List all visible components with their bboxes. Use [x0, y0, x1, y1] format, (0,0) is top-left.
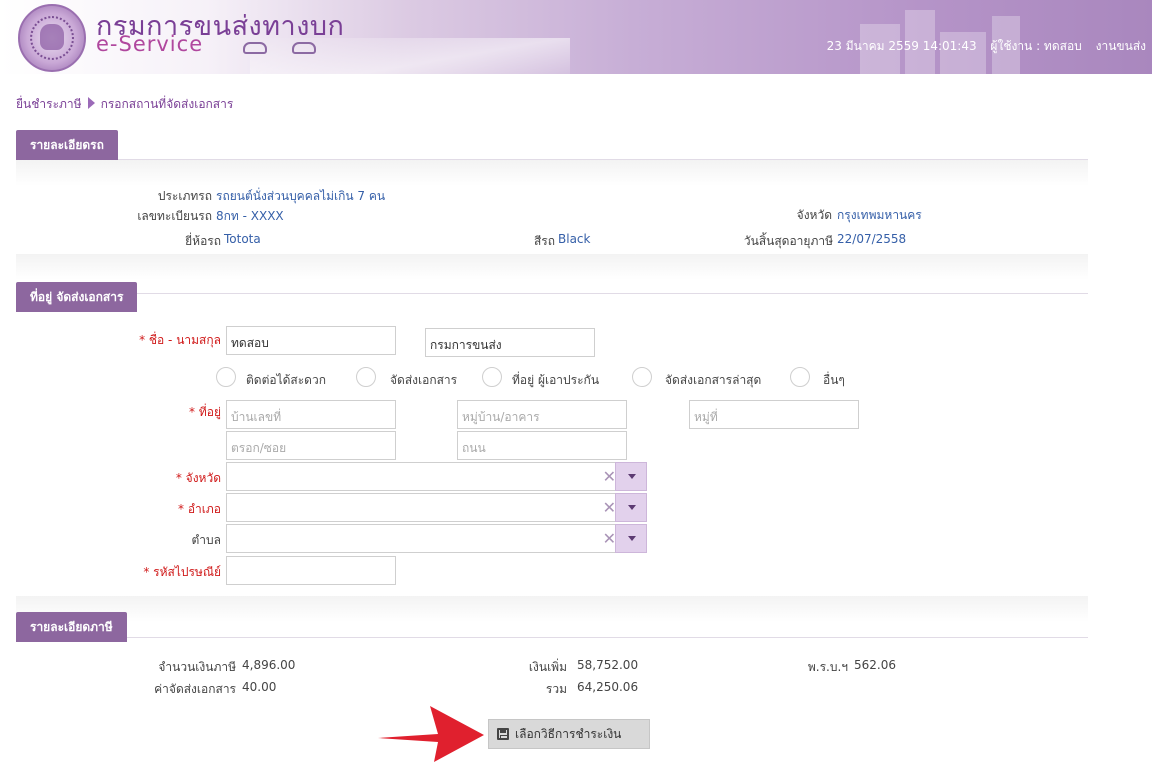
first-name-input[interactable]: ทดสอบ: [226, 326, 396, 355]
vehicle-plate-value: 8กท - XXXX: [216, 209, 284, 223]
radio-label: อื่นๆ: [823, 373, 845, 387]
logo-seal: [40, 24, 64, 50]
district-label: * อำเภอ: [178, 502, 221, 516]
choose-payment-method-button[interactable]: เลือกวิธีการชำระเงิน: [488, 719, 650, 749]
subdistrict-label: ตำบล: [191, 533, 221, 547]
radio-contact-address[interactable]: [216, 367, 236, 387]
section-divider: [16, 637, 1088, 638]
header-info: 23 มีนาคม 2559 14:01:43 ผู้ใช้งาน : ทดสอ…: [817, 37, 1146, 56]
car-icon: [292, 42, 316, 54]
vehicle-province-value: กรุงเทพมหานคร: [837, 208, 922, 222]
required-mark: *: [143, 565, 150, 579]
breadcrumb-step-address: กรอกสถานที่จัดส่งเอกสาร: [100, 97, 234, 111]
vehicle-brand-label: ยี่ห้อรถ: [185, 234, 221, 248]
header-department: งานขนส่ง: [1095, 39, 1146, 53]
clear-icon[interactable]: ✕: [603, 529, 616, 549]
vehicle-plate-label: เลขทะเบียนรถ: [137, 209, 212, 223]
province-select[interactable]: ✕: [226, 462, 647, 491]
clear-icon[interactable]: ✕: [603, 498, 616, 518]
total-value: 64,250.06: [577, 680, 639, 694]
chevron-down-icon[interactable]: [615, 462, 647, 491]
postcode-input[interactable]: [226, 556, 396, 585]
brand-title-en: e-Service: [96, 32, 204, 56]
radio-label: ติดต่อได้สะดวก: [246, 373, 326, 387]
tax-amount-value: 4,896.00: [242, 658, 296, 672]
postcode-label: * รหัสไปรษณีย์: [143, 565, 221, 579]
section-background: [16, 254, 1088, 280]
vehicle-color-value: Black: [558, 232, 591, 246]
breadcrumb: ยื่นชำระภาษี กรอกสถานที่จัดส่งเอกสาร: [16, 95, 233, 114]
vehicle-brand-value: Totota: [224, 232, 261, 246]
section-title-tax: รายละเอียดภาษี: [16, 612, 127, 642]
chevron-down-icon[interactable]: [615, 493, 647, 522]
insurance-label: พ.ร.บ.ฯ: [807, 660, 848, 674]
province-label: * จังหวัด: [175, 471, 221, 485]
subdistrict-select[interactable]: ✕: [226, 524, 647, 553]
radio-label: จัดส่งเอกสารล่าสุด: [665, 373, 762, 387]
address-label: * ที่อยู่: [189, 405, 221, 419]
section-divider: [16, 159, 1088, 160]
district-select[interactable]: ✕: [226, 493, 647, 522]
tax-expiry-value: 22/07/2558: [837, 232, 907, 246]
total-label: รวม: [545, 682, 567, 696]
last-name-input[interactable]: กรมการขนส่ง: [425, 328, 595, 357]
breadcrumb-arrow-icon: [87, 97, 95, 109]
name-label: * ชื่อ - นามสกุล: [139, 333, 221, 347]
soi-input[interactable]: ตรอก/ซอย: [226, 431, 396, 460]
app-header: กรมการขนส่งทางบก e-Service 23 มีนาคม 255…: [0, 0, 1152, 74]
required-mark: *: [139, 333, 146, 347]
required-mark: *: [189, 405, 196, 419]
surcharge-value: 58,752.00: [577, 658, 639, 672]
tax-amount-label: จำนวนเงินภาษี: [158, 660, 236, 674]
car-icon: [243, 42, 267, 54]
department-logo: [18, 4, 86, 72]
radio-label: จัดส่งเอกสาร: [390, 373, 458, 387]
section-title-vehicle: รายละเอียดรถ: [16, 130, 118, 160]
radio-other-address[interactable]: [790, 367, 810, 387]
required-mark: *: [175, 471, 182, 485]
choose-payment-method-label: เลือกวิธีการชำระเงิน: [515, 727, 622, 741]
moo-input[interactable]: หมู่ที่: [689, 400, 859, 429]
radio-delivery-address[interactable]: [356, 367, 376, 387]
red-arrow-icon: [378, 706, 484, 762]
delivery-fee-value: 40.00: [242, 680, 277, 694]
road-input[interactable]: ถนน: [457, 431, 627, 460]
save-icon: [497, 728, 509, 740]
radio-latest-delivery-address[interactable]: [632, 367, 652, 387]
delivery-fee-label: ค่าจัดส่งเอกสาร: [154, 682, 236, 696]
insurance-value: 562.06: [854, 658, 896, 672]
section-background: [16, 160, 1088, 186]
chevron-down-icon[interactable]: [615, 524, 647, 553]
radio-label: ที่อยู่ ผู้เอาประกัน: [512, 373, 600, 387]
clear-icon[interactable]: ✕: [603, 467, 616, 487]
section-title-address: ที่อยู่ จัดส่งเอกสาร: [16, 282, 138, 312]
vehicle-type-label: ประเภทรถ: [157, 189, 212, 203]
vehicle-type-value: รถยนต์นั่งส่วนบุคคลไม่เกิน 7 คน: [216, 189, 386, 203]
surcharge-label: เงินเพิ่ม: [528, 660, 567, 674]
section-divider: [16, 293, 1088, 294]
required-mark: *: [178, 502, 184, 516]
header-datetime: 23 มีนาคม 2559 14:01:43: [826, 39, 977, 53]
vehicle-province-label: จังหวัด: [796, 208, 832, 222]
vehicle-color-label: สีรถ: [533, 234, 555, 248]
header-user: ผู้ใช้งาน : ทดสอบ: [990, 39, 1082, 53]
house-number-input[interactable]: บ้านเลขที่: [226, 400, 396, 429]
section-background: [16, 596, 1088, 622]
village-building-input[interactable]: หมู่บ้าน/อาคาร: [457, 400, 627, 429]
breadcrumb-step-pay-tax[interactable]: ยื่นชำระภาษี: [16, 97, 82, 111]
radio-insured-address[interactable]: [482, 367, 502, 387]
tax-expiry-label: วันสิ้นสุดอายุภาษี: [743, 234, 833, 248]
